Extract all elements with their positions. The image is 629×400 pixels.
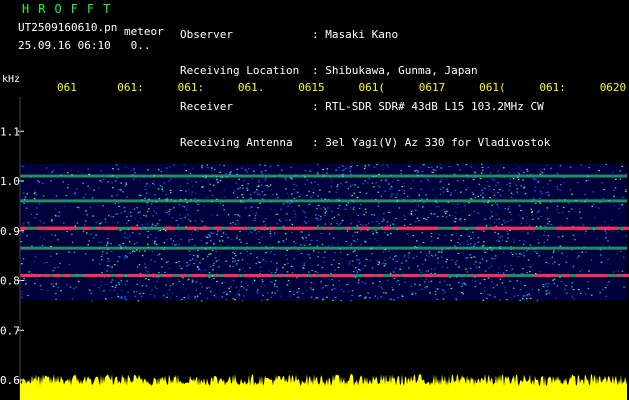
y-tick-label: 1.1 bbox=[0, 125, 20, 138]
time-axis-labels: 061 061: 061: 061. 0615 061( 0617 061( 061: 0620 bbox=[57, 81, 626, 94]
app-title: HROFFT bbox=[22, 2, 120, 16]
time-label: 0620 bbox=[600, 81, 627, 94]
y-tick-label: 0.6 bbox=[0, 374, 20, 387]
file-name: UT2509160610.pn bbox=[18, 21, 118, 34]
time-label: 061( bbox=[479, 81, 506, 94]
echo-band bbox=[20, 199, 627, 203]
time-label: 061. bbox=[238, 81, 265, 94]
y-tick-label: 1.0 bbox=[0, 175, 20, 188]
echo-band bbox=[20, 274, 629, 278]
amplitude-fill bbox=[20, 374, 627, 400]
info-label-observer: Observer bbox=[180, 28, 233, 41]
mode-label: meteor bbox=[124, 25, 164, 38]
time-label: 061 bbox=[57, 81, 77, 94]
time-label: 0617 bbox=[419, 81, 446, 94]
time-label: 061: bbox=[178, 81, 205, 94]
amplitude-trace bbox=[20, 374, 627, 400]
time-label: 061( bbox=[359, 81, 386, 94]
echo-band bbox=[20, 246, 627, 250]
echo-band bbox=[20, 174, 627, 178]
header-panel: HROFFT UT2509160610.pn meteor 25.09.16 0… bbox=[0, 0, 629, 149]
time-label: 061: bbox=[539, 81, 566, 94]
y-axis-label: kHz bbox=[2, 75, 20, 85]
y-tick-label: 0.7 bbox=[0, 324, 20, 337]
spectrogram-plot: 061 061: 061: 061. 0615 061(0617 061(061: 0620 … bbox=[0, 75, 629, 400]
y-tick-label: 0.9 bbox=[0, 225, 20, 238]
time-label: 0615 bbox=[298, 81, 325, 94]
echo-band bbox=[20, 226, 629, 230]
time-label: 061: bbox=[117, 81, 144, 94]
y-axis-ticks: 1.1 1.0 0.9 0.8 0.7 0.6 bbox=[0, 97, 24, 400]
waterfall-background bbox=[20, 163, 627, 301]
timestamp: 25.09.16 06:10 0.. bbox=[18, 39, 151, 52]
info-value-observer: : Masaki Kano bbox=[312, 28, 399, 41]
y-tick-label: 0.8 bbox=[0, 275, 20, 288]
waterfall-display bbox=[20, 163, 629, 302]
